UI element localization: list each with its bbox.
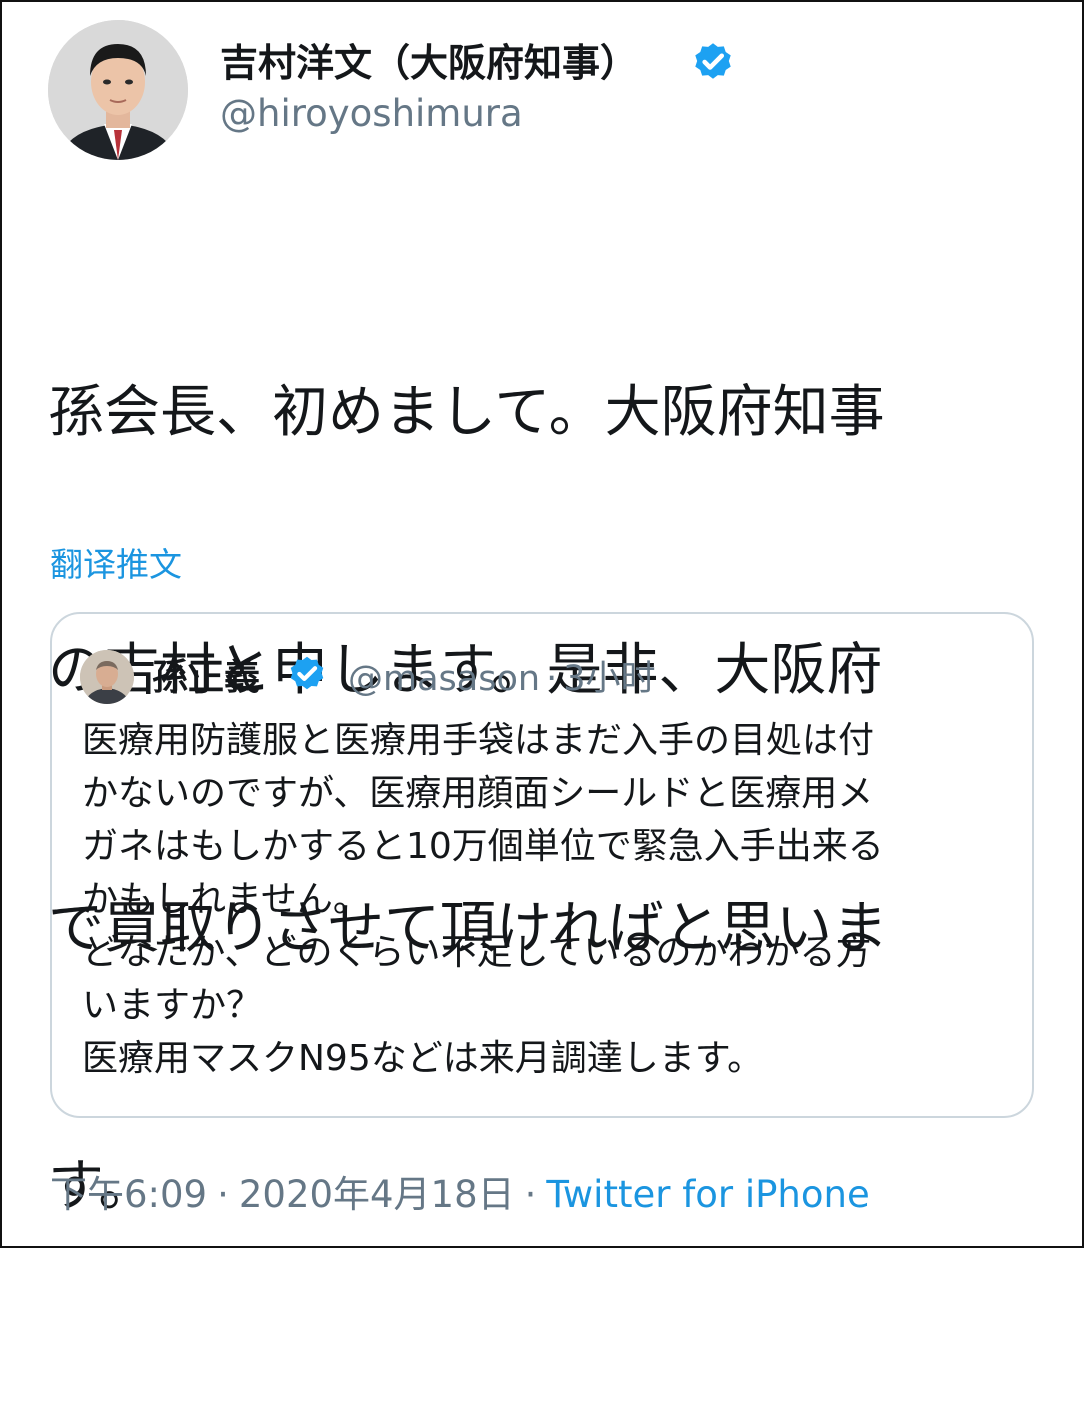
tweet-source-link[interactable]: Twitter for iPhone (546, 1173, 869, 1216)
tweet-time[interactable]: 下午6:09 (50, 1173, 207, 1216)
quoted-text-line: ガネはもしかすると10万個単位で緊急入手出来る (82, 826, 884, 867)
tweet-date[interactable]: 2020年4月18日 (239, 1173, 515, 1216)
separator: · (524, 1173, 537, 1216)
author-handle[interactable]: @hiroyoshimura (220, 92, 523, 135)
quoted-text-line: いますか？ (82, 985, 263, 1026)
author-avatar[interactable] (48, 20, 188, 160)
author-name[interactable]: 吉村洋文（大阪府知事） (220, 32, 638, 87)
quoted-text-line: 医療用マスクN95などは来月調達します。 (82, 1038, 764, 1079)
tweet-footer: 下午6:09 · 2020年4月18日 · Twitter for iPhone (50, 1164, 870, 1218)
translate-tweet-link[interactable]: 翻译推文 (50, 538, 182, 586)
quoted-tweet[interactable]: 孫正義 @masason · 3小时 医療用防護服と医療用手袋はまだ入手の目処は付 … (50, 612, 1034, 1118)
verified-badge-icon (284, 650, 330, 696)
tweet-text-line: 孫会長、初めまして。大阪府知事 (48, 380, 885, 445)
quoted-author-name[interactable]: 孫正義 (152, 648, 260, 700)
quoted-timestamp[interactable]: 3小时 (563, 659, 655, 699)
quoted-text-line: 医療用防護服と医療用手袋はまだ入手の目処は付 (82, 720, 875, 761)
separator: · (217, 1173, 229, 1216)
quoted-text-line: かないのですが、医療用顔面シールドと医療用メ (82, 773, 874, 814)
quoted-text-line: かもしれません。 (82, 879, 369, 920)
quoted-meta: @masason · 3小时 (348, 650, 655, 701)
quoted-text-line: どなたか、どのくらい不足しているのかわかる方 (82, 932, 872, 973)
verified-badge-icon (688, 36, 738, 86)
quoted-tweet-text: 医療用防護服と医療用手袋はまだ入手の目処は付 かないのですが、医療用顔面シールド… (82, 714, 1022, 1085)
quoted-author-avatar[interactable] (80, 650, 134, 704)
separator: · (546, 659, 558, 699)
tweet-card: 吉村洋文（大阪府知事） @hiroyoshimura 孫会長、初めまして。大阪府… (0, 0, 1084, 1248)
quoted-author-handle[interactable]: @masason (348, 659, 540, 699)
